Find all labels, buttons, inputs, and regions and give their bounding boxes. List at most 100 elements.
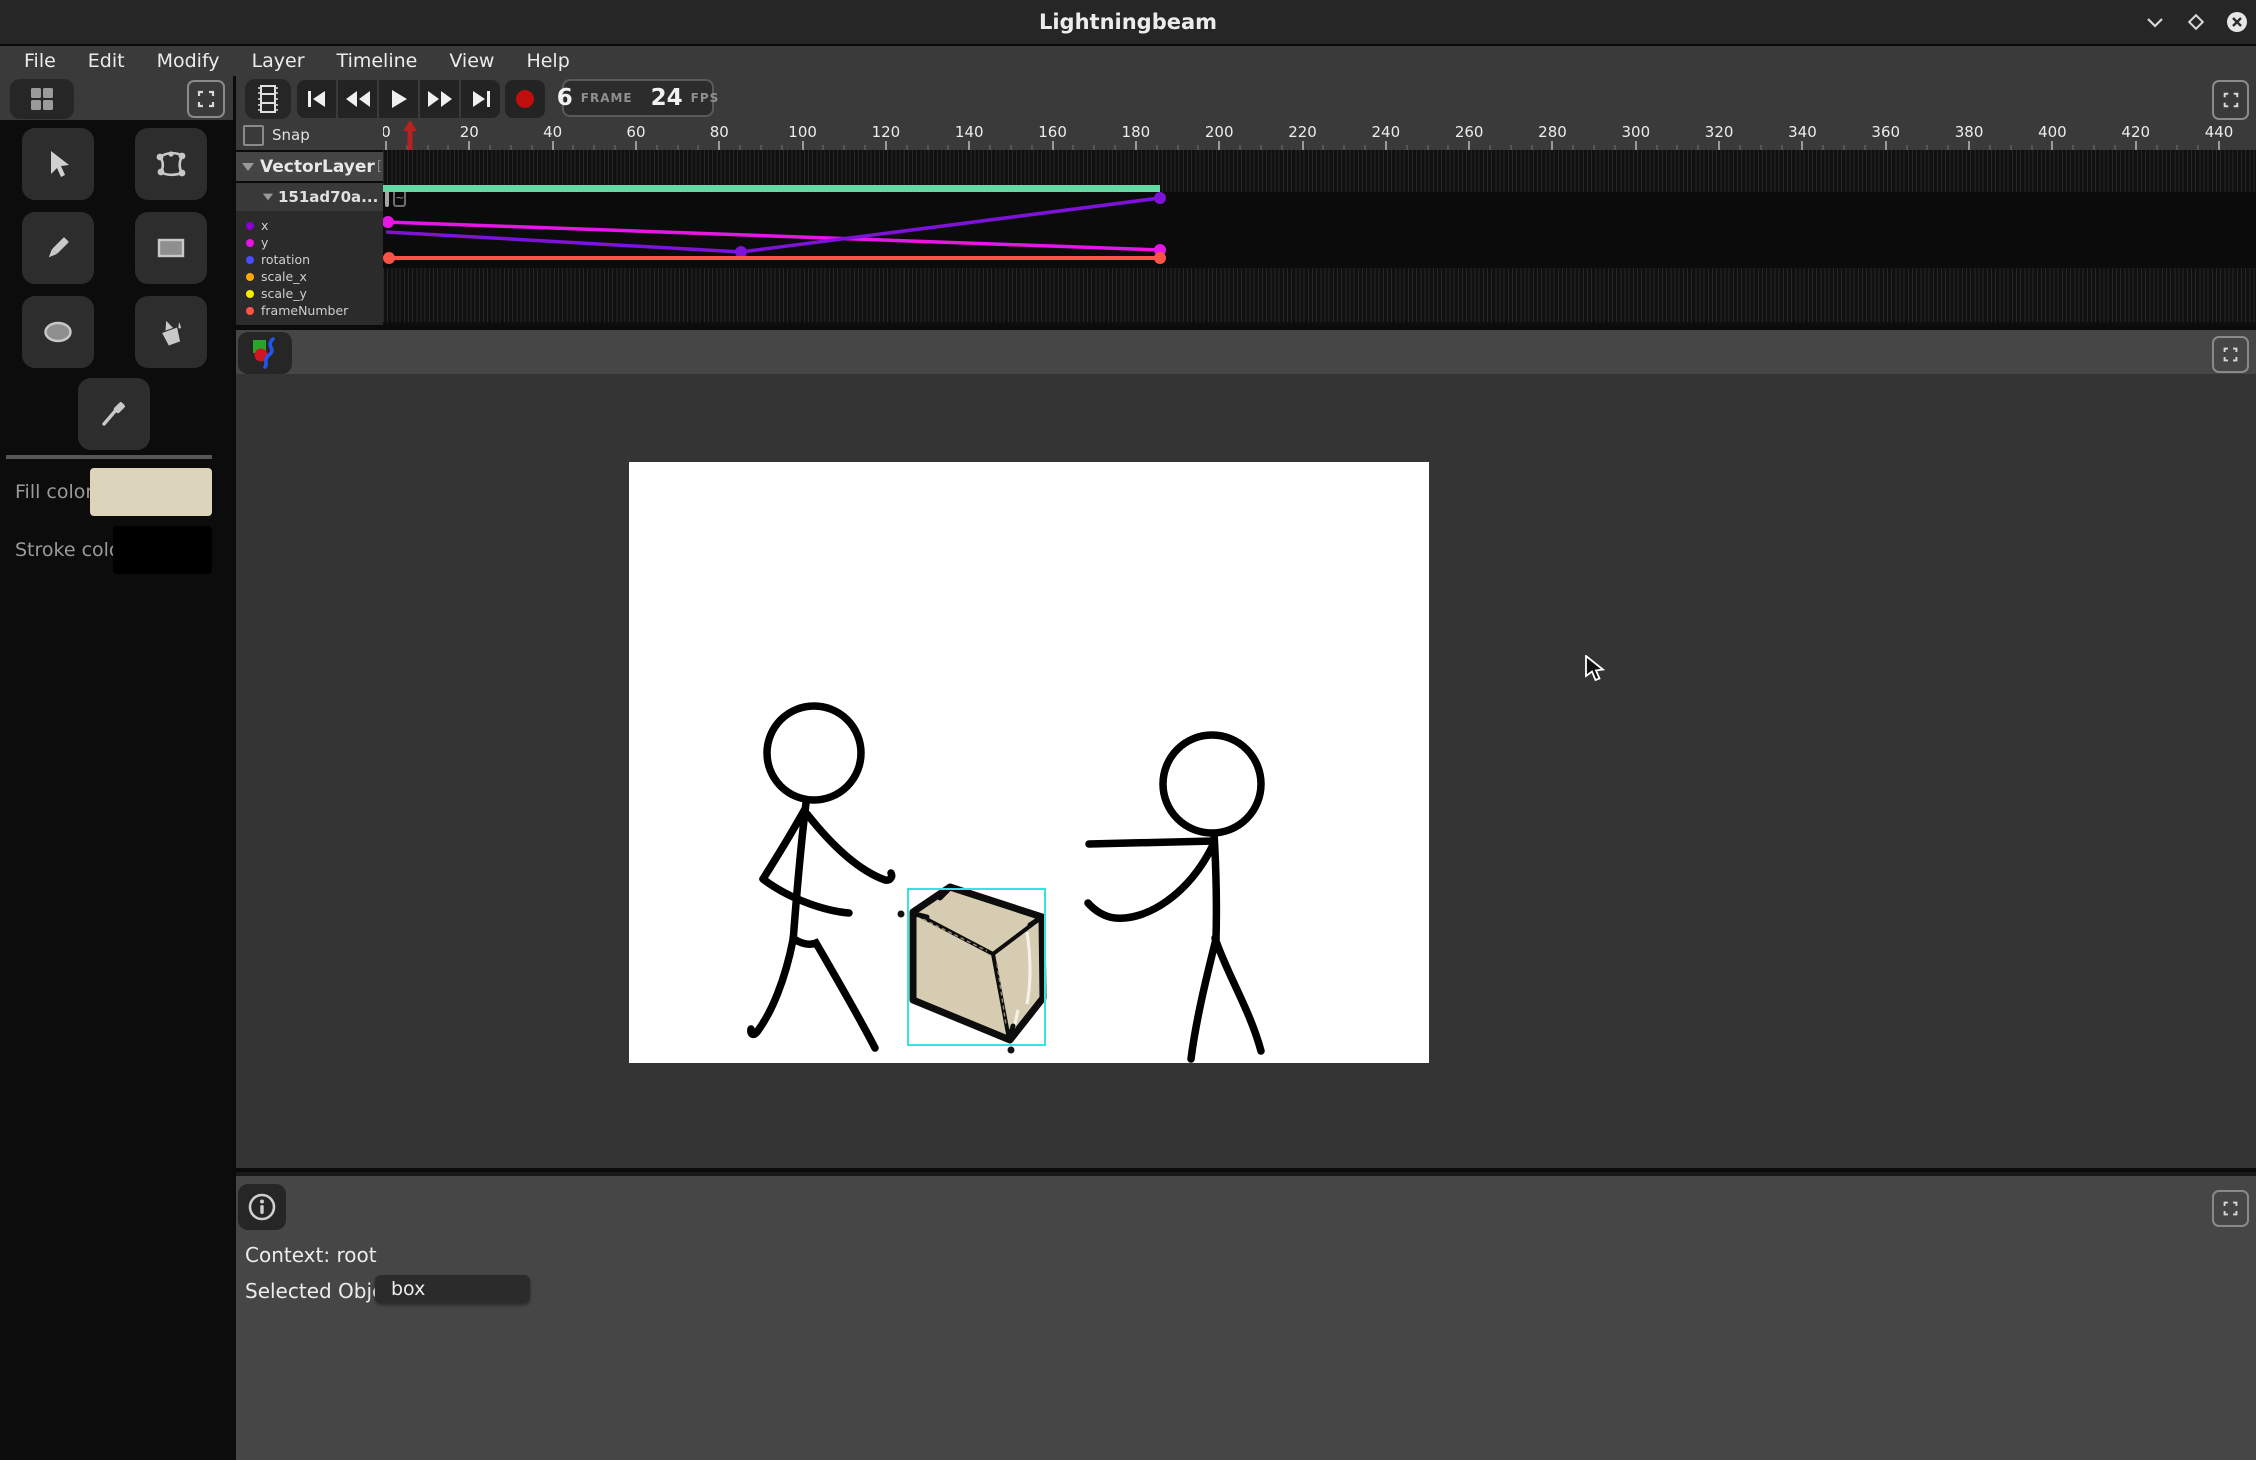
object-row[interactable]: 151ad70a... ~ [236, 183, 383, 211]
stage[interactable] [629, 462, 1429, 1063]
tool-paint-bucket[interactable] [135, 296, 207, 368]
expand-icon [2222, 1200, 2239, 1217]
selection-handle[interactable] [898, 911, 905, 918]
tool-rectangle[interactable] [135, 212, 207, 284]
ruler-major-tick [718, 141, 720, 150]
layer-span[interactable] [383, 185, 1160, 192]
ruler-major-tick [885, 141, 887, 150]
property-row-x[interactable]: x [236, 217, 383, 234]
ruler-major-tick [1801, 141, 1803, 150]
ruler-major-tick [2051, 141, 2053, 150]
left-stick-figure[interactable] [751, 706, 892, 1048]
menu-view[interactable]: View [435, 46, 508, 76]
record-button[interactable] [505, 80, 545, 118]
ruler-major-tick [968, 141, 970, 150]
box-object[interactable] [898, 887, 1046, 1054]
close-button[interactable] [2221, 6, 2253, 38]
menu-layer[interactable]: Layer [238, 46, 319, 76]
layer-row[interactable]: VectorLayer [L] [236, 152, 383, 181]
snap-checkbox[interactable] [243, 125, 264, 146]
y-curve-keyframe-dot[interactable] [383, 216, 394, 228]
ruler-label-20: 20 [460, 123, 479, 141]
ruler-label-300: 300 [1621, 123, 1650, 141]
ruler-major-tick [1635, 141, 1637, 150]
ruler-major-tick [1218, 141, 1220, 150]
ruler-major-tick [1968, 141, 1970, 150]
ruler-label-220: 220 [1288, 123, 1317, 141]
property-row-scale_x[interactable]: scale_x [236, 268, 383, 285]
menu-timeline[interactable]: Timeline [323, 46, 432, 76]
stroke-color-swatch[interactable] [113, 526, 212, 574]
property-row-y[interactable]: y [236, 234, 383, 251]
ellipse-icon [40, 314, 76, 350]
playhead[interactable] [402, 120, 418, 150]
maximize-button[interactable] [2180, 6, 2212, 38]
minimize-button[interactable] [2139, 6, 2171, 38]
close-circle-icon [2225, 10, 2249, 34]
property-row-scale_y[interactable]: scale_y [236, 285, 383, 302]
property-color-dot [246, 239, 254, 247]
ruler-label-60: 60 [626, 123, 645, 141]
ruler-major-tick [1551, 141, 1553, 150]
ruler-label-380: 380 [1955, 123, 1984, 141]
menu-modify[interactable]: Modify [143, 46, 234, 76]
play-button[interactable] [379, 80, 420, 118]
inspector-expand-button[interactable] [2212, 1190, 2249, 1227]
tool-select[interactable] [22, 128, 94, 200]
timeline-ruler[interactable]: 0204060801001201401601802002202402602803… [383, 120, 2256, 150]
property-label: rotation [261, 252, 310, 267]
skip-to-end-icon [470, 90, 492, 108]
ruler-major-tick [1885, 141, 1887, 150]
panel-grid-button[interactable] [10, 79, 74, 119]
sidebar-expand-button[interactable] [187, 80, 225, 118]
frameNumber-curve-keyframe-dot[interactable] [383, 252, 395, 264]
property-color-dot [246, 307, 254, 315]
ruler-label-120: 120 [872, 123, 901, 141]
ruler-major-tick [1052, 141, 1054, 150]
stage-tab-button[interactable] [238, 332, 292, 374]
y-curve[interactable] [386, 222, 1160, 250]
tool-node-edit[interactable] [135, 128, 207, 200]
fill-color-swatch[interactable] [90, 468, 212, 516]
fast-forward-button[interactable] [420, 80, 461, 118]
timeline-curves[interactable] [383, 150, 2256, 325]
canvas-expand-button[interactable] [2212, 336, 2249, 373]
film-button[interactable] [245, 79, 291, 119]
rectangle-icon [153, 230, 189, 266]
info-button[interactable] [238, 1184, 286, 1230]
fps-label: FPS [691, 91, 720, 105]
diamond-icon [2185, 11, 2207, 33]
ruler-label-400: 400 [2038, 123, 2067, 141]
ruler-major-tick [2218, 141, 2220, 150]
menu-edit[interactable]: Edit [74, 46, 139, 76]
layer-collapse-triangle-icon[interactable] [242, 163, 254, 171]
tool-eyedropper[interactable] [78, 378, 150, 450]
tool-ellipse[interactable] [22, 296, 94, 368]
stage-color-icon [250, 337, 280, 369]
tool-pencil[interactable] [22, 212, 94, 284]
expand-icon [2222, 346, 2239, 363]
right-stick-figure[interactable] [1088, 735, 1261, 1059]
paint-bucket-icon [153, 314, 189, 350]
frame-fps-display[interactable]: 6 FRAME 24 FPS [562, 79, 714, 117]
menu-file[interactable]: File [10, 46, 70, 76]
skip-to-start-button[interactable] [297, 80, 338, 118]
property-color-dot [246, 290, 254, 298]
object-collapse-triangle-icon[interactable] [263, 194, 273, 201]
expand-icon [2222, 91, 2240, 109]
rewind-button[interactable] [338, 80, 379, 118]
selected-object-value[interactable]: box [375, 1275, 530, 1303]
selection-handle[interactable] [1008, 1047, 1015, 1054]
property-color-dot [246, 256, 254, 264]
x-curve-keyframe-dot[interactable] [1154, 192, 1166, 204]
timeline-expand-button[interactable] [2212, 80, 2249, 120]
ruler-label-160: 160 [1038, 123, 1067, 141]
skip-to-end-button[interactable] [461, 80, 500, 118]
property-row-rotation[interactable]: rotation [236, 251, 383, 268]
menu-help[interactable]: Help [512, 46, 583, 76]
property-row-frameNumber[interactable]: frameNumber [236, 302, 383, 319]
frameNumber-curve-keyframe-dot[interactable] [1154, 252, 1166, 264]
ruler-label-100: 100 [788, 123, 817, 141]
ruler-label-440: 440 [2205, 123, 2234, 141]
property-label: scale_x [261, 269, 307, 284]
